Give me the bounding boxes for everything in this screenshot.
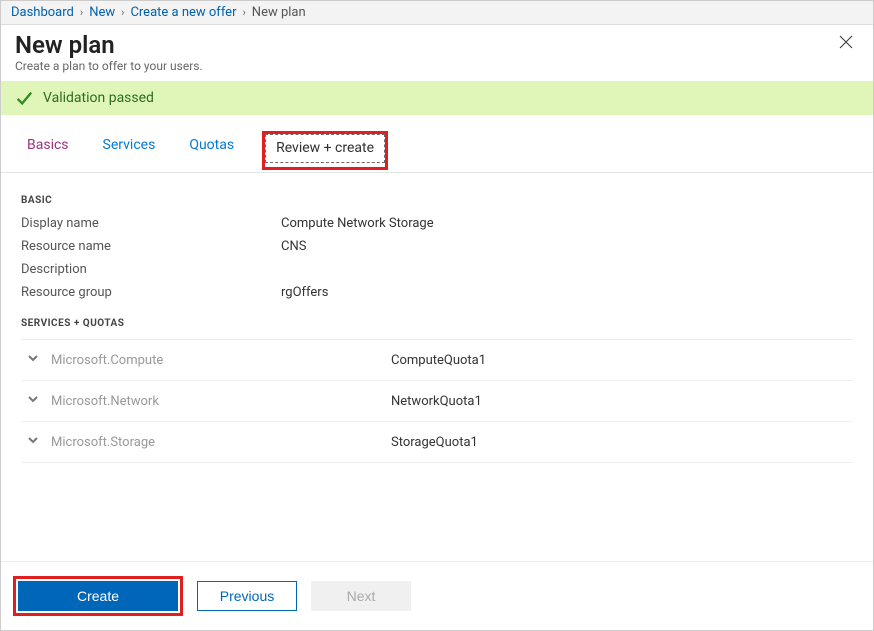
page-subtitle: Create a plan to offer to your users. [15, 59, 859, 73]
close-button[interactable] [839, 35, 859, 55]
chevron-down-icon [21, 434, 51, 450]
resource-group-value: rgOffers [281, 285, 328, 300]
resource-group-label: Resource group [21, 285, 281, 300]
display-name-label: Display name [21, 216, 281, 231]
chevron-down-icon [21, 393, 51, 409]
page-title: New plan [15, 31, 859, 59]
service-name: Microsoft.Network [51, 394, 391, 409]
tab-quotas[interactable]: Quotas [183, 131, 240, 172]
service-row-network[interactable]: Microsoft.Network NetworkQuota1 [21, 381, 853, 422]
previous-button[interactable]: Previous [197, 581, 297, 611]
create-button-highlight: Create [13, 576, 183, 616]
quota-name: StorageQuota1 [391, 435, 478, 450]
validation-message: Validation passed [43, 90, 154, 106]
row-description: Description [21, 258, 853, 281]
validation-banner: Validation passed [1, 81, 873, 115]
tab-basics[interactable]: Basics [21, 131, 75, 172]
tabs: Basics Services Quotas Review + create [1, 115, 873, 173]
service-name: Microsoft.Compute [51, 353, 391, 368]
breadcrumb: Dashboard › New › Create a new offer › N… [1, 1, 873, 25]
tab-review-create[interactable]: Review + create [265, 134, 385, 163]
breadcrumb-dashboard[interactable]: Dashboard [11, 5, 74, 20]
chevron-down-icon [21, 352, 51, 368]
page-header: New plan Create a plan to offer to your … [1, 25, 873, 75]
quota-name: ComputeQuota1 [391, 353, 486, 368]
resource-name-value: CNS [281, 239, 306, 254]
close-icon [839, 35, 853, 49]
section-basic-label: BASIC [21, 195, 853, 206]
next-button: Next [311, 581, 411, 611]
breadcrumb-create-offer[interactable]: Create a new offer [130, 5, 236, 20]
tab-services[interactable]: Services [97, 131, 162, 172]
check-icon [15, 89, 33, 107]
row-resource-group: Resource group rgOffers [21, 281, 853, 304]
chevron-right-icon: › [242, 6, 245, 19]
tab-review-create-highlight: Review + create [262, 131, 388, 170]
create-button[interactable]: Create [18, 581, 178, 611]
services-quotas-list: Microsoft.Compute ComputeQuota1 Microsof… [21, 339, 853, 463]
quota-name: NetworkQuota1 [391, 394, 482, 409]
breadcrumb-current: New plan [252, 5, 306, 20]
description-label: Description [21, 262, 281, 277]
resource-name-label: Resource name [21, 239, 281, 254]
content-area: BASIC Display name Compute Network Stora… [1, 173, 873, 561]
row-resource-name: Resource name CNS [21, 235, 853, 258]
service-name: Microsoft.Storage [51, 435, 391, 450]
section-services-quotas-label: SERVICES + QUOTAS [21, 318, 853, 329]
display-name-value: Compute Network Storage [281, 216, 434, 231]
chevron-right-icon: › [121, 6, 124, 19]
footer-actions: Create Previous Next [1, 561, 873, 630]
row-display-name: Display name Compute Network Storage [21, 212, 853, 235]
service-row-storage[interactable]: Microsoft.Storage StorageQuota1 [21, 422, 853, 463]
chevron-right-icon: › [80, 6, 83, 19]
service-row-compute[interactable]: Microsoft.Compute ComputeQuota1 [21, 340, 853, 381]
breadcrumb-new[interactable]: New [89, 5, 115, 20]
